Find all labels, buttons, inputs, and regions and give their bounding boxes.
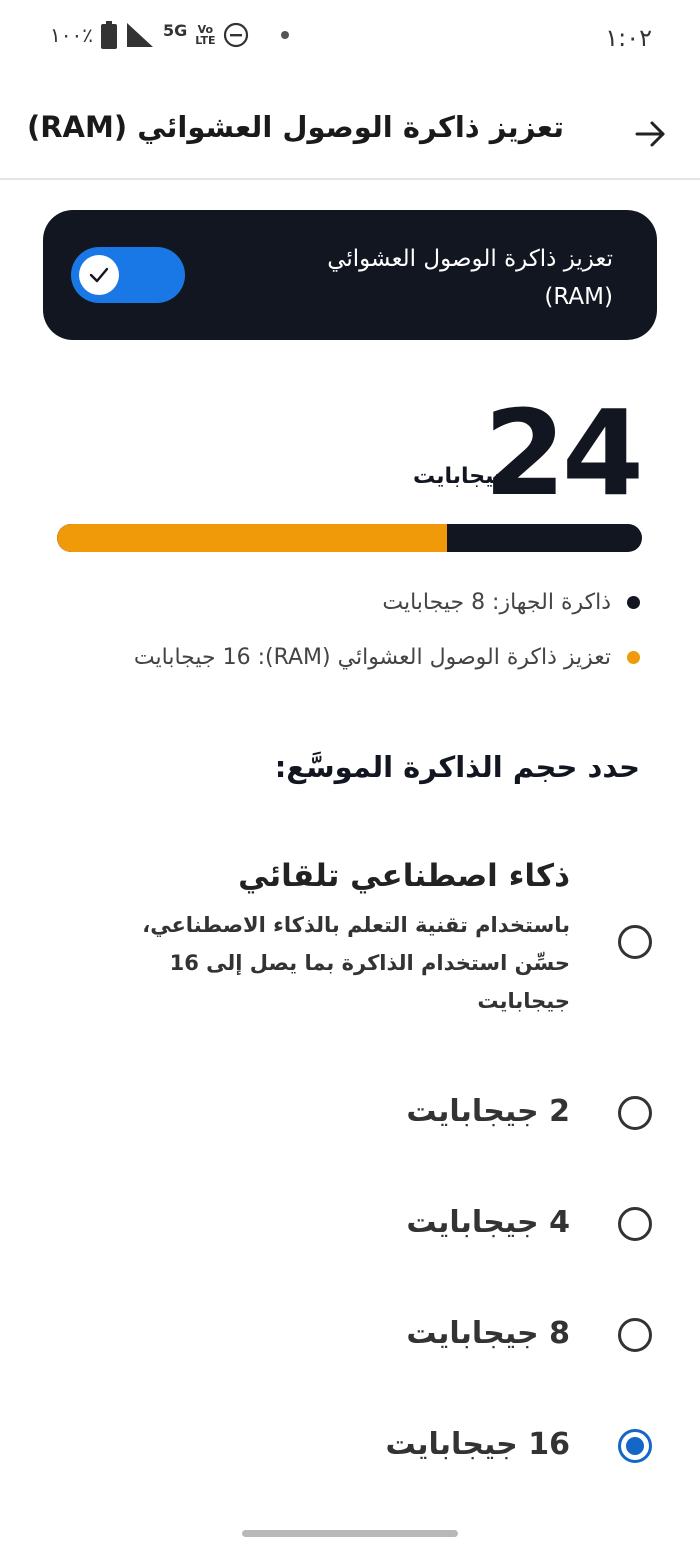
app-header: تعزيز ذاكرة الوصول العشوائي (RAM) <box>0 80 700 180</box>
ram-boost-toggle[interactable] <box>71 247 185 303</box>
legend-device-memory: ذاكرة الجهاز: 8 جيجابايت <box>382 582 640 622</box>
expansion-memory-fill <box>57 524 448 552</box>
network-type: 5G <box>162 20 188 40</box>
toggle-knob <box>79 255 119 295</box>
option-label: 4 جيجابايت <box>406 1205 570 1240</box>
battery-percentage: ١٠٠٪ <box>50 23 93 47</box>
status-bar: ١٠٠٪ 5G Vo LTE ١:٠٢ <box>0 0 700 70</box>
back-arrow-icon[interactable] <box>634 118 666 150</box>
device-memory-label: ذاكرة الجهاز: 8 جيجابايت <box>382 589 611 615</box>
do-not-disturb-icon <box>224 22 249 48</box>
status-time: ١:٠٢ <box>605 24 652 52</box>
signal-icon <box>126 23 153 47</box>
ram-boost-toggle-card: تعزيز ذاكرة الوصول العشوائي (RAM) <box>43 210 657 340</box>
expansion-memory-dot <box>627 650 640 664</box>
option-16gb[interactable]: 16 جيجابايت <box>52 1423 652 1469</box>
page-title: تعزيز ذاكرة الوصول العشوائي (RAM) <box>26 110 564 144</box>
legend-expansion-memory: تعزيز ذاكرة الوصول العشوائي (RAM): 16 جي… <box>134 637 640 677</box>
radio-ai-auto[interactable] <box>618 925 652 959</box>
section-title: حدد حجم الذاكرة الموسَّع: <box>274 750 640 784</box>
option-2gb[interactable]: 2 جيجابايت <box>52 1090 652 1136</box>
option-label: 2 جيجابايت <box>406 1094 570 1129</box>
toggle-label: تعزيز ذاكرة الوصول العشوائي (RAM) <box>327 246 613 310</box>
radio-16gb[interactable] <box>618 1429 652 1463</box>
notification-dot-icon <box>281 31 290 39</box>
check-icon <box>89 267 109 283</box>
option-8gb[interactable]: 8 جيجابايت <box>52 1312 652 1358</box>
expansion-memory-label: تعزيز ذاكرة الوصول العشوائي (RAM): 16 جي… <box>133 644 611 670</box>
memory-usage-bar <box>57 524 642 552</box>
option-4gb[interactable]: 4 جيجابايت <box>52 1201 652 1247</box>
option-label: 8 جيجابايت <box>406 1316 570 1351</box>
battery-icon <box>100 21 117 49</box>
radio-8gb[interactable] <box>618 1318 652 1352</box>
total-memory-value: 24 <box>483 384 644 522</box>
volte-icon: Vo LTE <box>195 23 216 47</box>
home-indicator[interactable] <box>242 1530 458 1537</box>
ai-option-title: ذكاء اصطناعي تلقائي <box>238 858 570 894</box>
radio-4gb[interactable] <box>618 1207 652 1241</box>
option-ai-auto[interactable]: ذكاء اصطناعي تلقائي باستخدام تقنية التعل… <box>52 858 652 1028</box>
ai-option-description: باستخدام تقنية التعلم بالذكاء الاصطناعي،… <box>142 913 570 1013</box>
status-icons: ١٠٠٪ 5G Vo LTE <box>50 18 290 52</box>
radio-2gb[interactable] <box>618 1096 652 1130</box>
device-memory-dot <box>627 595 640 609</box>
option-label: 16 جيجابايت <box>385 1427 571 1462</box>
total-memory-unit: جيجابايت <box>412 464 510 489</box>
